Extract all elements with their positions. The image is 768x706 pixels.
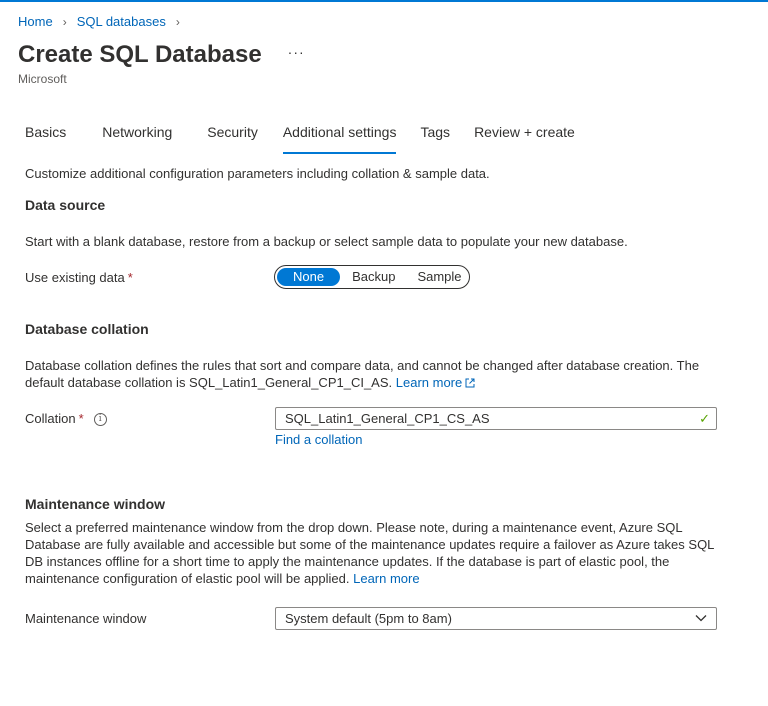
info-icon[interactable]: i: [93, 413, 107, 427]
title-row: Create SQL Database ···: [18, 40, 305, 70]
database-collation-heading: Database collation: [25, 321, 149, 337]
tab-tags[interactable]: Tags: [420, 124, 450, 150]
use-existing-data-label-text: Use existing data: [25, 270, 125, 285]
tab-networking[interactable]: Networking: [102, 124, 172, 150]
collation-learn-more-link[interactable]: Learn more: [396, 375, 475, 390]
use-existing-data-toggle: None Backup Sample: [274, 265, 470, 289]
tab-review-create[interactable]: Review + create: [474, 124, 575, 150]
data-source-description: Start with a blank database, restore fro…: [25, 234, 628, 249]
collation-learn-more-text: Learn more: [395, 375, 463, 390]
more-options-button[interactable]: ···: [288, 44, 305, 60]
tab-basics[interactable]: Basics: [25, 124, 66, 150]
collation-input-value: SQL_Latin1_General_CP1_CS_AS: [285, 411, 490, 426]
tab-bar: Basics Networking Security Additional se…: [25, 124, 611, 154]
collation-description: Database collation defines the rules tha…: [25, 357, 699, 391]
maintenance-window-dropdown[interactable]: System default (5pm to 8am): [275, 607, 717, 630]
intro-text: Customize additional configuration param…: [25, 166, 490, 181]
maintenance-description: Select a preferred maintenance window fr…: [25, 519, 714, 587]
maintenance-description-line4: maintenance configuration of elastic poo…: [25, 570, 714, 587]
breadcrumb-sql-databases-link[interactable]: SQL databases: [77, 14, 166, 29]
top-accent-bar: [0, 0, 768, 2]
data-source-heading: Data source: [25, 197, 106, 213]
option-none[interactable]: None: [277, 268, 341, 286]
maintenance-description-line4-text: maintenance configuration of elastic poo…: [25, 571, 350, 586]
chevron-right-icon: ›: [175, 14, 180, 29]
collation-label: Collation * i: [25, 411, 107, 427]
page-title: Create SQL Database: [18, 41, 262, 68]
option-backup[interactable]: Backup: [340, 268, 405, 286]
collation-description-line2-text: default database collation is SQL_Latin1…: [25, 375, 393, 390]
collation-input[interactable]: SQL_Latin1_General_CP1_CS_AS ✓: [275, 407, 717, 430]
external-link-icon: [465, 378, 475, 388]
page-subtitle: Microsoft: [18, 72, 67, 86]
find-collation-link[interactable]: Find a collation: [275, 432, 362, 447]
required-marker: *: [127, 270, 133, 285]
breadcrumb: Home › SQL databases ›: [18, 14, 190, 29]
collation-description-line2: default database collation is SQL_Latin1…: [25, 374, 699, 391]
chevron-right-icon: ›: [62, 14, 67, 29]
option-sample[interactable]: Sample: [405, 268, 471, 286]
maintenance-learn-more-link[interactable]: Learn more: [353, 571, 419, 586]
maintenance-window-label: Maintenance window: [25, 611, 147, 626]
required-marker: *: [78, 411, 84, 426]
collation-description-line1: Database collation defines the rules tha…: [25, 358, 700, 373]
checkmark-icon: ✓: [699, 411, 710, 426]
maintenance-description-line1: Select a preferred maintenance window fr…: [25, 520, 683, 535]
chevron-down-icon: [695, 615, 707, 622]
maintenance-window-value: System default (5pm to 8am): [285, 611, 452, 626]
tab-additional-settings[interactable]: Additional settings: [282, 124, 396, 154]
breadcrumb-home-link[interactable]: Home: [18, 14, 53, 29]
collation-label-text: Collation: [25, 411, 76, 426]
maintenance-description-line3: DB instances offline for a short time to…: [25, 554, 670, 569]
use-existing-data-label: Use existing data *: [25, 270, 133, 285]
tab-security[interactable]: Security: [207, 124, 258, 150]
maintenance-window-heading: Maintenance window: [25, 496, 166, 512]
maintenance-description-line2: Database are fully available and accessi…: [25, 537, 715, 552]
